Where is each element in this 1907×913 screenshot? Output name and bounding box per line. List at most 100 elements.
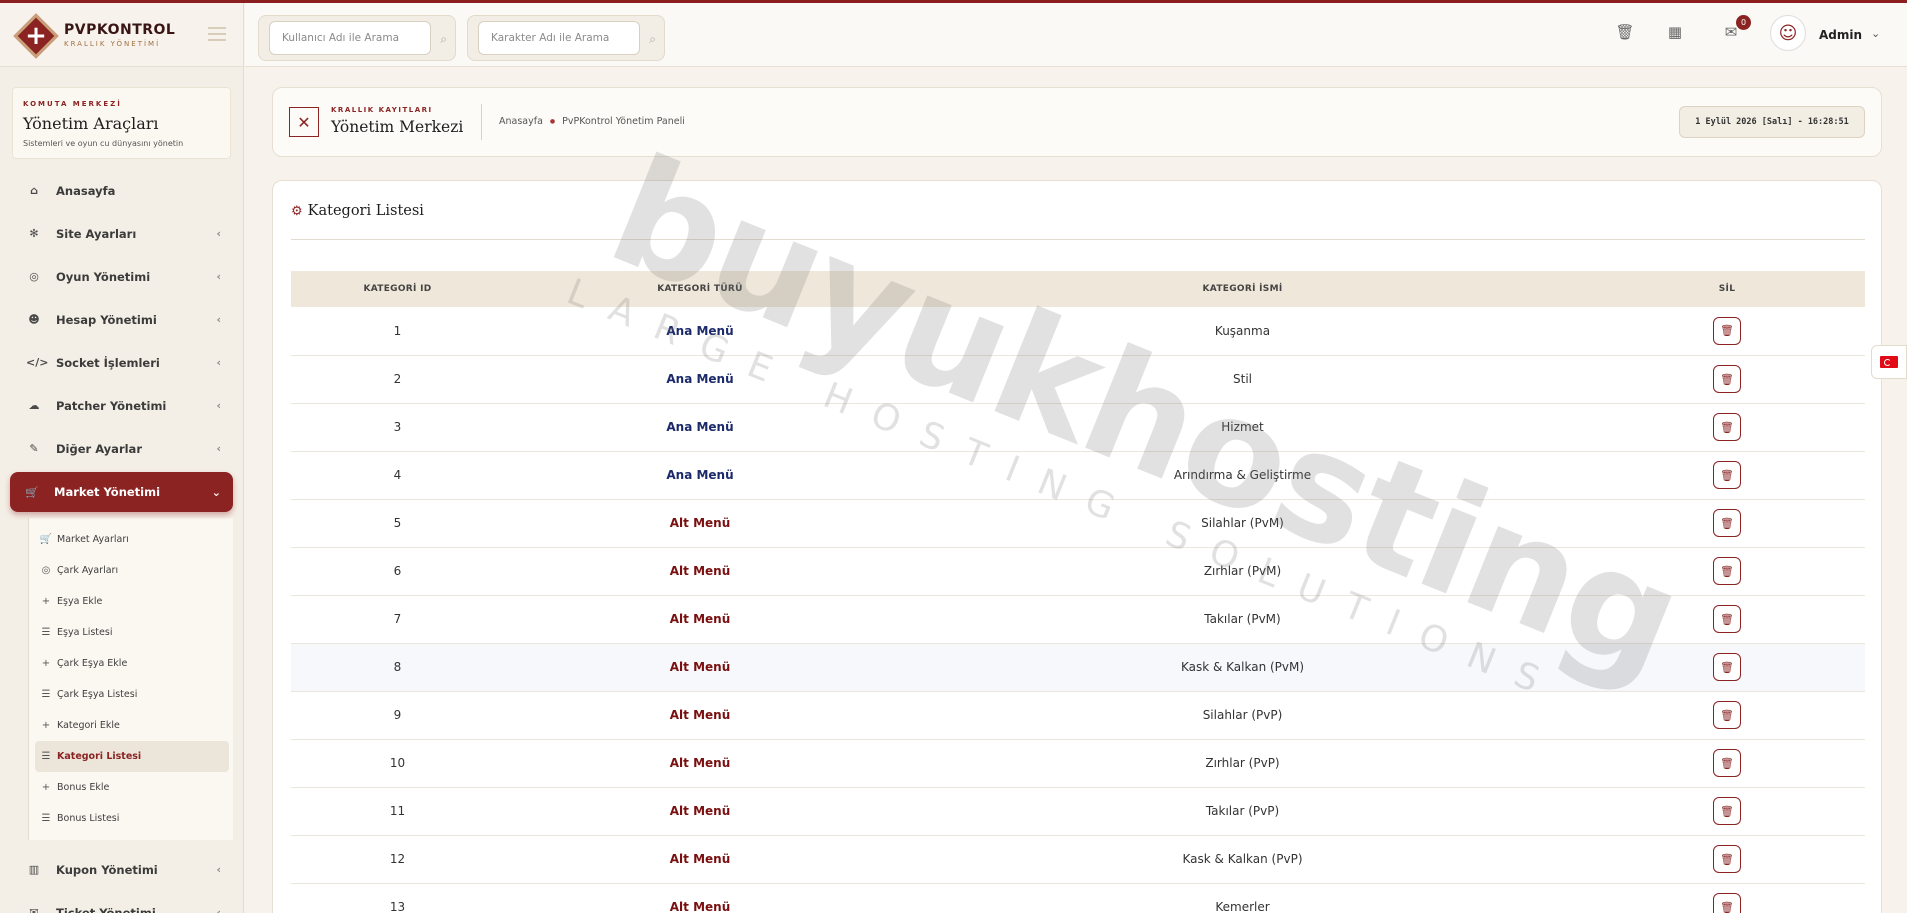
table-row: 1 Ana Menü Kuşanma 🗑 xyxy=(291,307,1865,355)
cell-name: Arındırma & Geliştirme xyxy=(1173,468,1312,482)
submenu-item-label: Bonus Ekle xyxy=(57,782,110,793)
user-search-input[interactable] xyxy=(270,22,430,54)
breadcrumb: Anasayfa ● PvPKontrol Yönetim Paneli xyxy=(499,116,685,127)
breadcrumb-current: PvPKontrol Yönetim Paneli xyxy=(562,116,685,127)
avatar[interactable]: ☺ xyxy=(1770,15,1806,51)
sidebar-item-3[interactable]: ☻ Hesap Yönetimi ‹ xyxy=(0,298,243,341)
table-row: 7 Alt Menü Takılar (PvM) 🗑 xyxy=(291,595,1865,643)
calendar-icon[interactable]: ▦ xyxy=(1665,23,1685,43)
submenu-item-1[interactable]: ◎ Çark Ayarları xyxy=(35,555,229,586)
cell-delete: 🗑 xyxy=(1589,355,1865,403)
sidebar-item-0[interactable]: ⌂ Anasayfa xyxy=(0,169,243,212)
brand-logo-icon: + xyxy=(12,12,59,59)
submenu-item-0[interactable]: 🛒 Market Ayarları xyxy=(35,524,229,555)
column-header-name[interactable]: KATEGORİ İSMİ xyxy=(896,271,1589,307)
sidebar-item-label: Hesap Yönetimi xyxy=(56,312,157,327)
delete-button[interactable]: 🗑 xyxy=(1713,365,1741,393)
breadcrumb-home[interactable]: Anasayfa xyxy=(499,116,543,127)
submenu-item-6[interactable]: + Kategori Ekle xyxy=(35,710,229,741)
sidebar-item-market-yonetimi[interactable]: 🛒 Market Yönetimi ⌄ xyxy=(10,472,233,512)
trash-icon[interactable]: 🗑 xyxy=(1615,23,1635,43)
user-name[interactable]: Admin xyxy=(1819,28,1862,42)
chevron-left-icon: ‹ xyxy=(216,906,221,913)
sidebar-item-5[interactable]: ☁ Patcher Yönetimi ‹ xyxy=(0,384,243,427)
delete-button[interactable]: 🗑 xyxy=(1713,701,1741,729)
delete-button[interactable]: 🗑 xyxy=(1713,461,1741,489)
delete-button[interactable]: 🗑 xyxy=(1713,653,1741,681)
language-switcher[interactable] xyxy=(1871,345,1907,379)
table-row: 8 Alt Menü Kask & Kalkan (PvM) 🗑 xyxy=(291,643,1865,691)
delete-button[interactable]: 🗑 xyxy=(1713,316,1741,345)
cell-id: 2 xyxy=(393,372,402,386)
cell-name: Takılar (PvP) xyxy=(1205,804,1280,818)
submenu-item-2[interactable]: + Eşya Ekle xyxy=(35,586,229,617)
sidebar-item-4[interactable]: </> Socket İşlemleri ‹ xyxy=(0,341,243,384)
mail-chart-icon[interactable]: ✉ 0 xyxy=(1721,15,1751,43)
character-search-input[interactable] xyxy=(479,22,639,54)
gear-icon: ⚙ xyxy=(291,203,303,219)
cell-id: 13 xyxy=(389,900,406,913)
cell-id: 6 xyxy=(393,564,402,578)
delete-button[interactable]: 🗑 xyxy=(1713,509,1741,537)
delete-button[interactable]: 🗑 xyxy=(1713,893,1741,913)
cell-delete: 🗑 xyxy=(1589,787,1865,835)
delete-button[interactable]: 🗑 xyxy=(1713,413,1741,441)
cell-name: Zırhlar (PvM) xyxy=(1203,564,1282,578)
header-card: ✕ KRALLIK KAYITLARI Yönetim Merkezi Anas… xyxy=(272,87,1882,157)
search-icon[interactable]: ⌕ xyxy=(440,32,447,47)
sidebar-item-label: Diğer Ayarlar xyxy=(56,441,142,456)
submenu-item-label: Çark Eşya Listesi xyxy=(57,689,138,700)
notification-badge: 0 xyxy=(1736,15,1751,30)
close-icon[interactable]: ✕ xyxy=(289,107,319,137)
page-title: Yönetim Merkezi xyxy=(331,118,464,136)
cell-id: 1 xyxy=(393,323,402,338)
table-header-row: KATEGORİ ID KATEGORİ TÜRÜ KATEGORİ İSMİ … xyxy=(291,271,1865,307)
delete-button[interactable]: 🗑 xyxy=(1713,797,1741,825)
submenu-item-4[interactable]: + Çark Eşya Ekle xyxy=(35,648,229,679)
chevron-down-icon[interactable]: ⌄ xyxy=(1871,27,1880,40)
plus-icon: + xyxy=(41,658,51,669)
delete-button[interactable]: 🗑 xyxy=(1713,845,1741,873)
character-search-box: ⌕ xyxy=(467,15,665,61)
delete-button[interactable]: 🗑 xyxy=(1713,749,1741,777)
chevron-left-icon: ‹ xyxy=(216,227,221,240)
cell-delete: 🗑 xyxy=(1589,835,1865,883)
sidebar-item-2[interactable]: ◎ Oyun Yönetimi ‹ xyxy=(0,255,243,298)
sidebar-item-6[interactable]: ✎ Diğer Ayarlar ‹ xyxy=(0,427,243,470)
home-icon: ⌂ xyxy=(30,184,38,197)
topbar: ⌕ ⌕ 🗑 ▦ ✉ 0 ☺ Admin ⌄ xyxy=(245,3,1907,67)
cell-name: Kask & Kalkan (PvM) xyxy=(1180,660,1305,674)
cell-delete: 🗑 xyxy=(1589,547,1865,595)
gamepad-icon: ◎ xyxy=(41,565,51,576)
list-icon: ☰ xyxy=(41,627,51,638)
plus-icon: + xyxy=(41,782,51,793)
cell-name: Stil xyxy=(1233,372,1252,386)
submenu-item-3[interactable]: ☰ Eşya Listesi xyxy=(35,617,229,648)
brand[interactable]: + PVPKONTROL KRALLIK YÖNETİMİ xyxy=(0,3,243,67)
sidebar-item-0[interactable]: ▥ Kupon Yönetimi ‹ xyxy=(0,848,243,891)
submenu-item-8[interactable]: + Bonus Ekle xyxy=(35,772,229,803)
gear-icon: ✻ xyxy=(29,227,39,240)
market-submenu: 🛒 Market Ayarları ◎ Çark Ayarları + Eşya Ekle… xyxy=(28,518,233,840)
cell-id: 11 xyxy=(389,804,406,818)
delete-button[interactable]: 🗑 xyxy=(1713,557,1741,585)
delete-button[interactable]: 🗑 xyxy=(1713,605,1741,633)
column-header-type[interactable]: KATEGORİ TÜRÜ xyxy=(504,271,896,307)
submenu-item-7[interactable]: ☰ Kategori Listesi xyxy=(35,741,229,772)
sidebar-item-label: Socket İşlemleri xyxy=(56,355,160,370)
cell-delete: 🗑 xyxy=(1589,883,1865,913)
table-row: 4 Ana Menü Arındırma & Geliştirme 🗑 xyxy=(291,451,1865,499)
search-icon[interactable]: ⌕ xyxy=(649,32,656,47)
cloud-upload-icon: ☁ xyxy=(28,399,40,412)
table-row: 5 Alt Menü Silahlar (PvM) 🗑 xyxy=(291,499,1865,547)
column-header-id[interactable]: KATEGORİ ID xyxy=(291,271,504,307)
sidebar-item-1[interactable]: ✻ Site Ayarları ‹ xyxy=(0,212,243,255)
cell-type: Alt Menü xyxy=(669,756,731,770)
chevron-down-icon: ⌄ xyxy=(211,485,221,499)
submenu-item-5[interactable]: ☰ Çark Eşya Listesi xyxy=(35,679,229,710)
cell-id: 10 xyxy=(389,756,406,770)
menu-toggle-icon[interactable] xyxy=(208,27,226,41)
submenu-item-9[interactable]: ☰ Bonus Listesi xyxy=(35,803,229,834)
brand-title: PVPKONTROL xyxy=(64,21,176,38)
sidebar-item-1[interactable]: ✉ Ticket Yönetimi ‹ xyxy=(0,891,243,913)
